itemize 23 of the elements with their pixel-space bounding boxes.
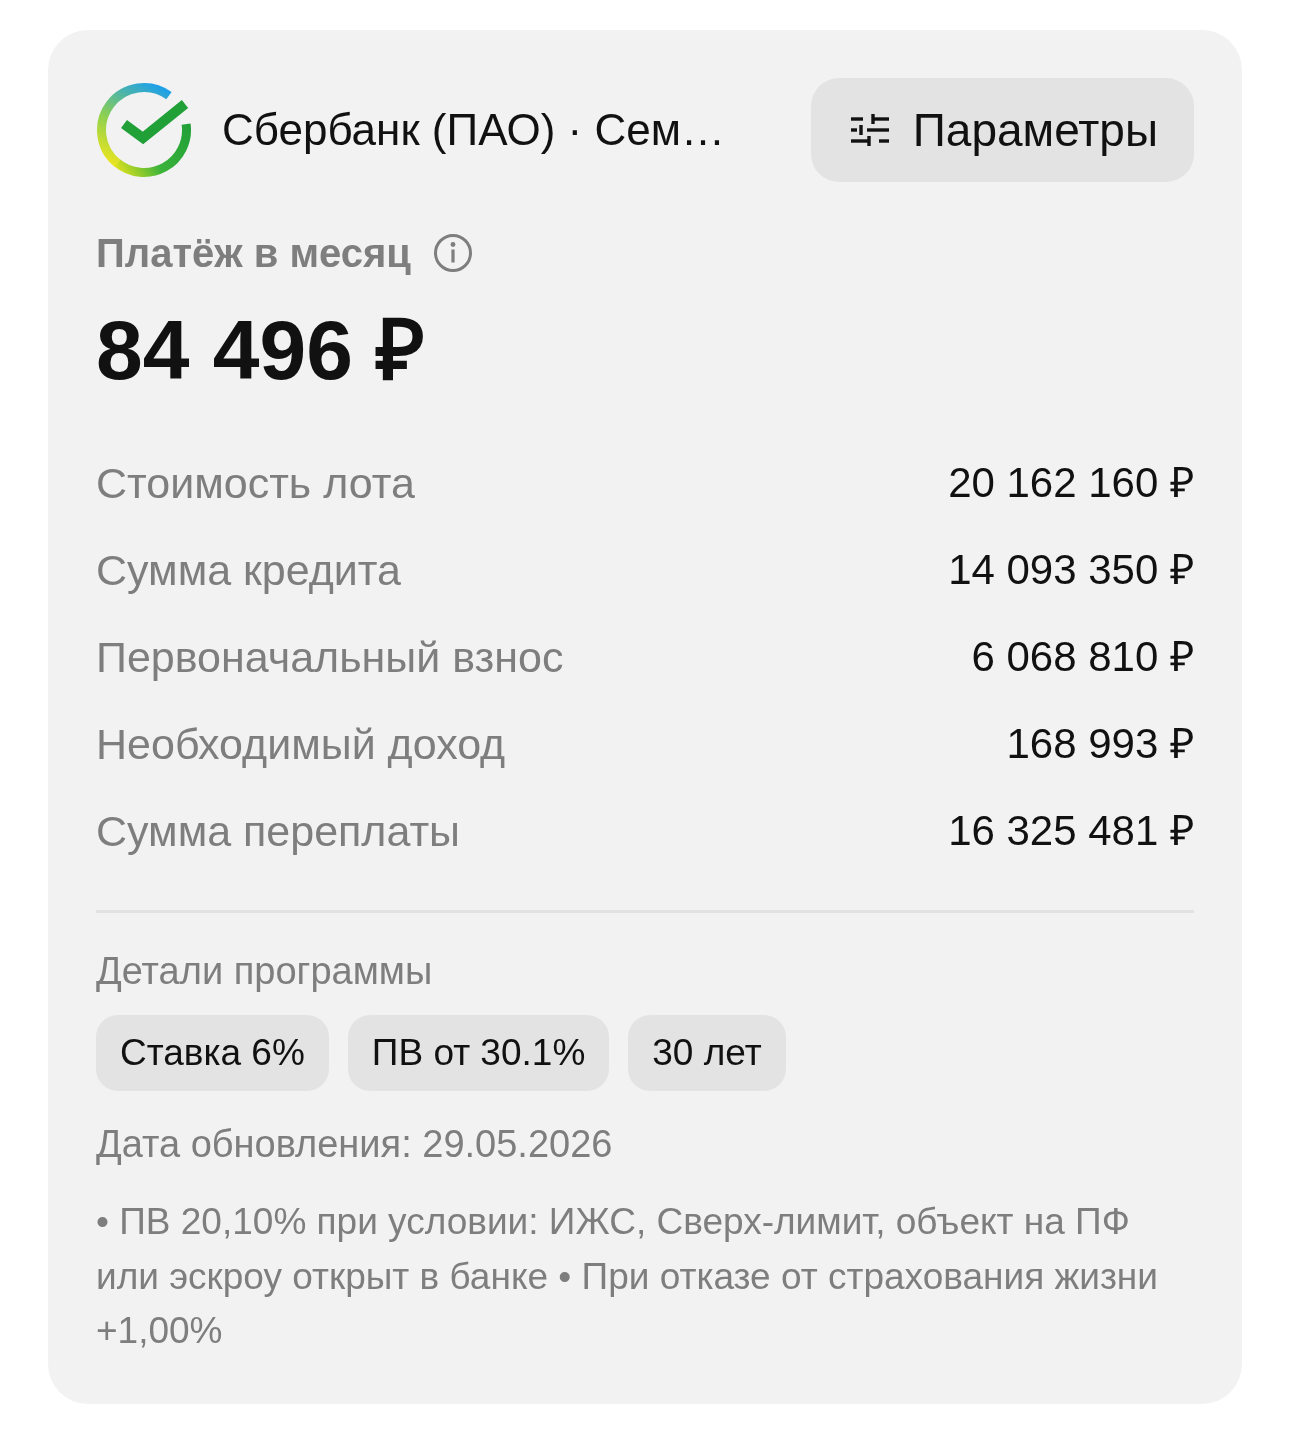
update-date: Дата обновления: 29.05.2026	[96, 1122, 614, 1167]
bank-logo-icon	[96, 82, 192, 178]
bank-name: Сбербанк (ПАО) · Сем…	[222, 103, 725, 156]
program-tag: ПВ от 30.1%	[347, 1015, 610, 1091]
section-title: Детали программы	[96, 949, 434, 994]
detail-value: 14 093 350 ₽	[948, 545, 1194, 596]
detail-value: 168 993 ₽	[1006, 719, 1194, 770]
detail-value: 6 068 810 ₽	[971, 632, 1194, 683]
program-tag: 30 лет	[628, 1015, 786, 1091]
detail-label: Первоначальный взнос	[96, 631, 564, 683]
payment-label: Платёж в месяц	[96, 230, 411, 277]
sliders-icon	[850, 114, 889, 146]
info-icon	[432, 233, 473, 273]
parameters-button[interactable]: Параметры	[810, 78, 1194, 182]
program-tag: Ставка 6%	[96, 1015, 329, 1091]
detail-label: Необходимый доход	[96, 718, 506, 770]
detail-value: 20 162 160 ₽	[948, 458, 1194, 509]
detail-label: Стоимость лота	[96, 457, 415, 509]
payment-amount: 84 496 ₽	[96, 302, 427, 399]
detail-label: Сумма переплаты	[96, 805, 461, 857]
detail-label: Сумма кредита	[96, 544, 401, 596]
detail-value: 16 325 481 ₽	[948, 806, 1194, 857]
program-notes: • ПВ 20,10% при условии: ИЖС, Сверх-лимит, объект на ПФ или эскроу открыт в банке • При отказе от страхования жизни +1,00%	[96, 1200, 1159, 1353]
